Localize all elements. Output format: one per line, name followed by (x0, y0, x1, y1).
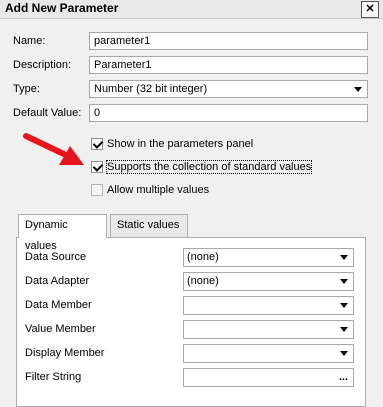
name-input[interactable]: parameter1 (89, 32, 368, 50)
close-button[interactable]: ✕ (361, 1, 379, 18)
show-in-panel-checkbox[interactable]: Show in the parameters panel (91, 136, 253, 152)
filter-string-label: Filter String (25, 371, 82, 383)
data-source-value: (none) (187, 251, 219, 263)
red-arrow-icon (23, 133, 84, 165)
ellipsis-button[interactable]: ... (339, 369, 348, 386)
data-adapter-label: Data Adapter (25, 275, 90, 287)
checkbox-unchecked-icon (91, 184, 103, 197)
display-member-label: Display Member (25, 347, 105, 359)
supports-standard-values-checkbox[interactable]: Supports the collection of standard valu… (91, 159, 313, 175)
data-adapter-select[interactable]: (none) (183, 272, 354, 291)
default-value-label: Default Value: (13, 107, 82, 119)
chevron-down-icon (354, 87, 362, 92)
default-value-input[interactable]: 0 (89, 104, 368, 122)
tab-static-values[interactable]: Static values (110, 214, 188, 237)
description-input[interactable]: Parameter1 (89, 56, 368, 74)
chevron-down-icon (340, 303, 348, 308)
value-member-label: Value Member (25, 323, 96, 335)
checkbox-checked-icon (91, 161, 103, 174)
type-label: Type: (13, 83, 40, 95)
data-member-label: Data Member (25, 299, 92, 311)
data-adapter-value: (none) (187, 275, 219, 287)
type-select-value: Number (32 bit integer) (94, 83, 208, 95)
name-label: Name: (13, 35, 46, 47)
data-member-select[interactable] (183, 296, 354, 315)
chevron-down-icon (340, 327, 348, 332)
close-icon: ✕ (365, 3, 375, 15)
display-member-select[interactable] (183, 344, 354, 363)
allow-multiple-checkbox[interactable]: Allow multiple values (91, 182, 209, 198)
show-in-panel-label: Show in the parameters panel (107, 138, 254, 151)
dynamic-values-panel: Data Source (none) Data Adapter (none) D… (16, 237, 366, 407)
filter-string-input[interactable]: ... (183, 368, 354, 387)
supports-standard-values-label: Supports the collection of standard valu… (105, 160, 313, 175)
value-member-select[interactable] (183, 320, 354, 339)
description-label: Description: (13, 59, 72, 71)
window-title: Add New Parameter (5, 1, 119, 15)
type-select[interactable]: Number (32 bit integer) (89, 80, 368, 98)
chevron-down-icon (340, 351, 348, 356)
title-bar: Add New Parameter ✕ (0, 0, 383, 19)
chevron-down-icon (340, 255, 348, 260)
tab-dynamic-values[interactable]: Dynamic values (18, 214, 107, 252)
data-source-select[interactable]: (none) (183, 248, 354, 267)
checkbox-checked-icon (91, 138, 103, 151)
chevron-down-icon (340, 279, 348, 284)
allow-multiple-label: Allow multiple values (107, 184, 210, 197)
